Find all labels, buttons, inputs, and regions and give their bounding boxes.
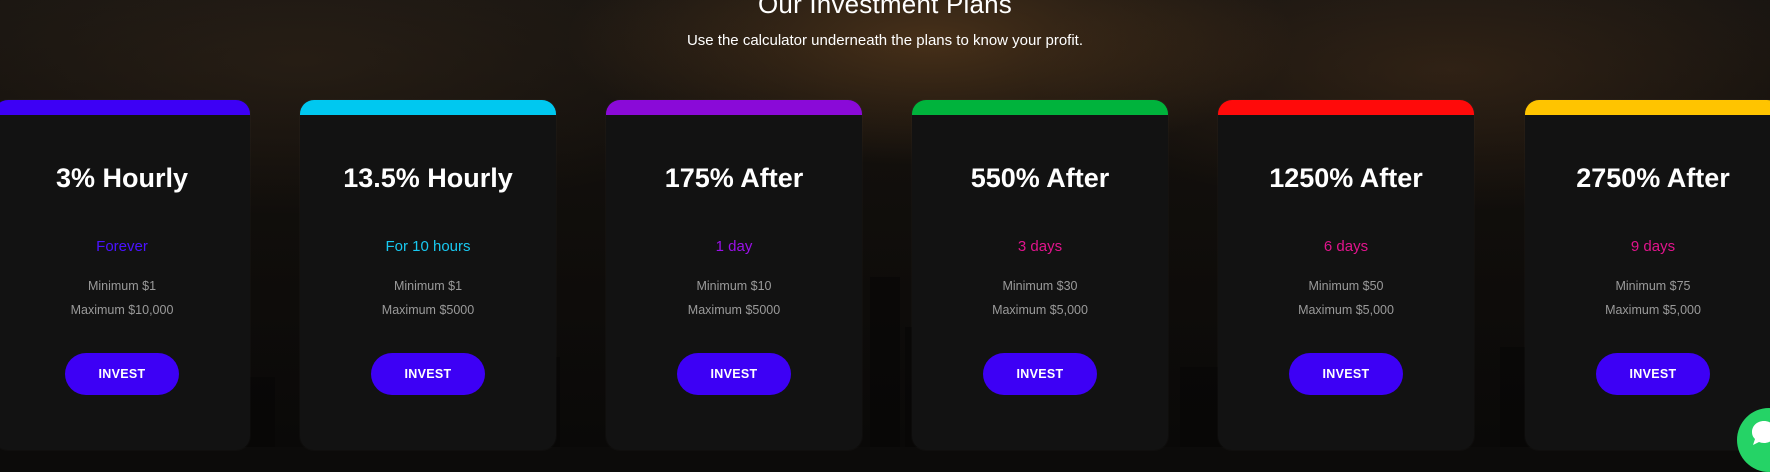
page-subtitle: Use the calculator underneath the plans … xyxy=(686,32,1084,49)
invest-button[interactable]: INVEST xyxy=(677,353,791,395)
plan-duration: 3 days xyxy=(1017,238,1063,255)
invest-button[interactable]: INVEST xyxy=(65,353,179,395)
plan-title: 3% Hourly xyxy=(55,163,189,193)
plan-card: 1250% After 6 days Minimum $50 Maximum $… xyxy=(1218,100,1474,450)
plan-accent-bar xyxy=(0,100,250,115)
plan-minimum: Minimum $1 xyxy=(87,279,157,293)
city-skyline xyxy=(0,237,1550,447)
plan-duration: 6 days xyxy=(1323,238,1369,255)
plan-maximum: Maximum $5000 xyxy=(381,303,475,317)
plan-title: 13.5% Hourly xyxy=(343,163,513,193)
plan-duration: 1 day xyxy=(715,238,753,255)
plan-duration: For 10 hours xyxy=(385,238,471,255)
plan-minimum: Minimum $1 xyxy=(393,279,463,293)
plan-accent-bar xyxy=(1525,100,1770,115)
plan-card: 550% After 3 days Minimum $30 Maximum $5… xyxy=(912,100,1168,450)
plan-maximum: Maximum $5,000 xyxy=(1605,303,1701,317)
plan-accent-bar xyxy=(1218,100,1474,115)
plan-title: 175% After xyxy=(664,163,804,193)
plan-maximum: Maximum $5000 xyxy=(687,303,781,317)
plan-title: 1250% After xyxy=(1269,163,1423,193)
chat-bubble-icon xyxy=(1752,421,1770,445)
plan-accent-bar xyxy=(912,100,1168,115)
plan-duration: Forever xyxy=(96,238,148,255)
invest-button[interactable]: INVEST xyxy=(371,353,485,395)
invest-button[interactable]: INVEST xyxy=(1289,353,1403,395)
plan-accent-bar xyxy=(300,100,556,115)
plan-card: 2750% After 9 days Minimum $75 Maximum $… xyxy=(1525,100,1770,450)
page-title: Our Investment Plans xyxy=(758,0,1012,19)
plan-title: 2750% After xyxy=(1576,163,1730,193)
plan-accent-bar xyxy=(606,100,862,115)
plan-duration: 9 days xyxy=(1630,238,1676,255)
plan-maximum: Maximum $10,000 xyxy=(70,303,174,317)
plan-title: 550% After xyxy=(970,163,1110,193)
plan-minimum: Minimum $50 xyxy=(1308,279,1384,293)
plan-minimum: Minimum $75 xyxy=(1615,279,1691,293)
plan-minimum: Minimum $10 xyxy=(696,279,772,293)
plan-maximum: Maximum $5,000 xyxy=(1298,303,1394,317)
plan-card: 3% Hourly Forever Minimum $1 Maximum $10… xyxy=(0,100,250,450)
plan-maximum: Maximum $5,000 xyxy=(992,303,1088,317)
invest-button[interactable]: INVEST xyxy=(983,353,1097,395)
plan-card: 175% After 1 day Minimum $10 Maximum $50… xyxy=(606,100,862,450)
invest-button[interactable]: INVEST xyxy=(1596,353,1710,395)
plan-card: 13.5% Hourly For 10 hours Minimum $1 Max… xyxy=(300,100,556,450)
plan-minimum: Minimum $30 xyxy=(1002,279,1078,293)
